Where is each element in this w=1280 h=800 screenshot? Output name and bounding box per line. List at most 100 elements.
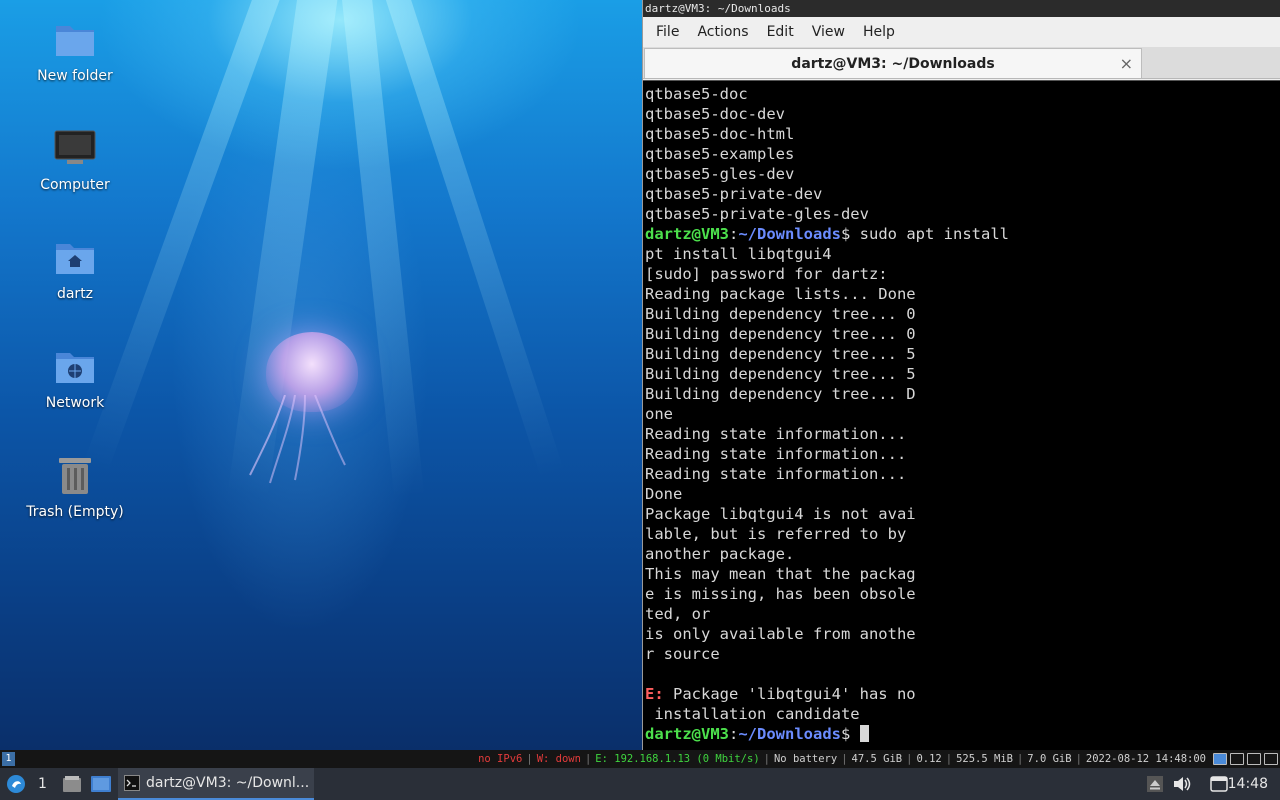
desktop-icon-label: Computer xyxy=(40,177,110,193)
tray-mini-icon[interactable] xyxy=(1213,753,1227,765)
terminal-output-line: e is missing, has been obsole xyxy=(645,585,916,603)
tab-terminal[interactable]: dartz@VM3: ~/Downloads × xyxy=(644,48,1142,78)
terminal-history-line: qtbase5-doc xyxy=(645,85,748,103)
terminal-output-line: lable, but is referred to by xyxy=(645,525,907,543)
desktop-icon xyxy=(91,776,111,792)
error-line: E: Package 'libqtgui4' has no xyxy=(645,684,1279,704)
status-separator: | xyxy=(841,753,848,765)
terminal-output-line: is only available from anothe xyxy=(645,625,916,643)
home-folder-icon xyxy=(53,236,97,280)
window-title[interactable]: dartz@VM3: ~/Downloads xyxy=(643,0,1280,17)
prompt-separator: : xyxy=(729,225,739,243)
terminal-output-line: Building dependency tree... 0 xyxy=(645,305,916,323)
start-menu-button[interactable] xyxy=(6,768,26,800)
prompt-path: ~/Downloads xyxy=(738,225,841,243)
error-line-continued: installation candidate xyxy=(645,705,860,723)
taskbar: 1 dartz@VM3: ~/Downl... 14:48 xyxy=(0,768,1280,800)
status-battery: No battery xyxy=(773,753,838,765)
terminal-history-block: qtbase5-doc qtbase5-doc-dev qtbase5-doc-ht… xyxy=(645,84,1279,224)
eject-button[interactable] xyxy=(1146,768,1164,800)
status-load: 0.12 xyxy=(916,753,942,765)
status-separator: | xyxy=(584,753,592,765)
status-tray xyxy=(1213,753,1278,765)
terminal-output-line: [sudo] password for dartz: xyxy=(645,265,888,283)
terminal-output-line: Reading state information... xyxy=(645,425,907,443)
menu-file[interactable]: File xyxy=(647,20,688,44)
taskbar-button-terminal[interactable]: dartz@VM3: ~/Downl... xyxy=(118,768,314,800)
status-separator: | xyxy=(763,753,770,765)
terminal-output-line: Reading state information... xyxy=(645,445,907,463)
desktop-icon-label: dartz xyxy=(56,286,94,302)
terminal-output-line: Package libqtgui4 is not avai xyxy=(645,505,916,523)
command-text: sudo apt install xyxy=(859,225,1009,243)
terminal-output-line: ted, or xyxy=(645,605,711,623)
speaker-icon xyxy=(1174,777,1191,791)
status-separator: | xyxy=(1016,753,1024,765)
desktop-wallpaper: New folder Computer dartz Network Trash … xyxy=(0,0,642,750)
prompt-separator: : xyxy=(729,725,739,743)
window-list-icon xyxy=(1210,776,1228,792)
terminal-icon xyxy=(124,775,140,791)
status-separator: | xyxy=(906,753,913,765)
prompt-dollar: $ xyxy=(841,725,860,743)
menu-actions[interactable]: Actions xyxy=(688,20,757,44)
volume-button[interactable] xyxy=(1172,768,1192,800)
menu-help[interactable]: Help xyxy=(854,20,904,44)
terminal-history-line: qtbase5-private-dev xyxy=(645,185,823,203)
workspace-indicator[interactable]: 1 xyxy=(2,752,15,766)
status-ethernet: E: 192.168.1.13 (0 Mbit/s) xyxy=(595,753,760,765)
workspace-number: 1 xyxy=(38,776,47,792)
file-manager-icon xyxy=(63,776,81,792)
desktop-icon-label: Network xyxy=(45,395,105,411)
command-line: dartz@VM3:~/Downloads$ sudo apt install xyxy=(645,224,1279,244)
status-memory: 525.5 MiB xyxy=(956,753,1013,765)
desktop-icon-computer[interactable]: Computer xyxy=(20,127,130,193)
workspace-switcher[interactable]: 1 xyxy=(38,768,47,800)
status-separator: | xyxy=(526,753,533,765)
terminal-output-line: Building dependency tree... D xyxy=(645,385,916,403)
status-bar: 1 no IPv6 | W: down | E: 192.168.1.13 (0 M… xyxy=(0,750,1280,768)
folder-icon xyxy=(53,18,97,62)
menu-view[interactable]: View xyxy=(803,20,854,44)
desktop-icon-label: Trash (Empty) xyxy=(26,504,124,520)
error-text: Package 'libqtgui4' has no xyxy=(663,685,916,703)
desktop-icon-home[interactable]: dartz xyxy=(20,236,130,302)
status-separator: | xyxy=(945,753,953,765)
app-menu-icon xyxy=(7,775,25,793)
tray-mini-icon[interactable] xyxy=(1247,753,1261,765)
prompt-dollar: $ xyxy=(841,225,860,243)
file-manager-launcher[interactable] xyxy=(62,768,82,800)
terminal-output-block: pt install libqtgui4 [sudo] password for … xyxy=(645,244,1279,684)
desktop-icon-network[interactable]: Network xyxy=(20,345,130,411)
network-folder-icon xyxy=(53,345,97,389)
error-prefix: E: xyxy=(645,685,664,703)
terminal-window: dartz@VM3: ~/Downloads File Actions Edit… xyxy=(642,0,1280,750)
notifications-button[interactable] xyxy=(1210,768,1228,800)
terminal-output-line: Building dependency tree... 0 xyxy=(645,325,916,343)
show-desktop-launcher[interactable] xyxy=(90,768,112,800)
tray-mini-icon[interactable] xyxy=(1264,753,1278,765)
status-items: no IPv6 | W: down | E: 192.168.1.13 (0 Mbi… xyxy=(476,750,1208,768)
prompt-path: ~/Downloads xyxy=(738,725,841,743)
terminal-output-line: Reading package lists... Done xyxy=(645,285,916,303)
status-wifi: W: down xyxy=(536,753,581,765)
terminal-output[interactable]: qtbase5-doc qtbase5-doc-dev qtbase5-doc-ht… xyxy=(643,80,1280,750)
tray-mini-icon[interactable] xyxy=(1230,753,1244,765)
desktop-icon-new-folder[interactable]: New folder xyxy=(20,18,130,84)
computer-icon xyxy=(53,127,97,171)
desktop-icon-trash[interactable]: Trash (Empty) xyxy=(20,454,130,520)
terminal-history-line: qtbase5-private-gles-dev xyxy=(645,205,869,223)
close-icon[interactable]: × xyxy=(1120,54,1133,73)
terminal-output-line: Reading state information... xyxy=(645,465,907,483)
menu-edit[interactable]: Edit xyxy=(758,20,803,44)
clock[interactable]: 14:48 xyxy=(1228,768,1268,800)
status-disk: 47.5 GiB xyxy=(851,753,903,765)
terminal-output-line: r source xyxy=(645,645,720,663)
terminal-output-line: pt install libqtgui4 xyxy=(645,245,832,263)
terminal-output-line: another package. xyxy=(645,545,795,563)
taskbar-button-label: dartz@VM3: ~/Downl... xyxy=(146,775,310,791)
menu-bar: File Actions Edit View Help xyxy=(643,17,1280,47)
jellyfish-tentacles xyxy=(249,395,346,484)
terminal-output-line: Building dependency tree... 5 xyxy=(645,345,916,363)
